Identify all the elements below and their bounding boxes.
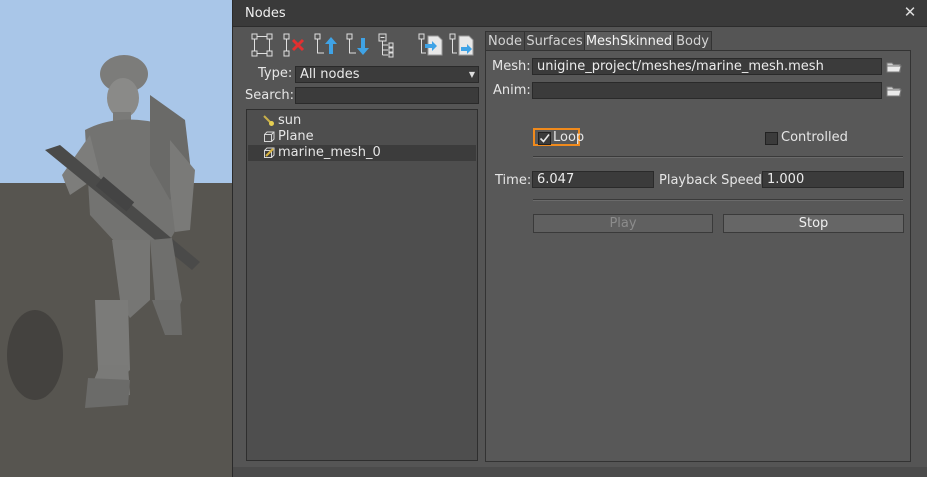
window-titlebar[interactable]: Nodes ✕ (233, 0, 927, 27)
tab-node[interactable]: Node (485, 31, 525, 51)
move-node-up-icon[interactable] (312, 31, 340, 59)
mesh-label: Mesh: (492, 59, 531, 74)
collapse-tree-icon[interactable] (376, 31, 404, 59)
3d-viewport[interactable] (0, 0, 232, 477)
anim-path-field[interactable] (532, 82, 882, 99)
type-select[interactable]: All nodes ▼ (295, 66, 479, 83)
chevron-down-icon: ▼ (468, 70, 475, 79)
search-input[interactable] (295, 87, 479, 104)
tab-meshskinned[interactable]: MeshSkinned (584, 31, 674, 51)
mesh-path-field[interactable]: unigine_project/meshes/marine_mesh.mesh (532, 58, 882, 75)
checkmark-icon (539, 134, 550, 143)
tab-surfaces[interactable]: Surfaces (524, 31, 585, 51)
tree-node-sun[interactable]: sun (248, 113, 476, 129)
light-icon (263, 115, 274, 126)
properties-pane: Node Surfaces MeshSkinned Body Mesh: uni… (485, 27, 927, 467)
tree-node-label: Plane (278, 129, 314, 144)
window-title: Nodes (245, 6, 286, 21)
new-node-icon[interactable] (248, 31, 276, 59)
divider (533, 199, 903, 201)
move-node-down-icon[interactable] (344, 31, 372, 59)
search-label: Search: (245, 88, 295, 103)
node-list-pane: Type: All nodes ▼ Search: sun Plane mari… (233, 27, 483, 467)
meshskinned-panel: Mesh: unigine_project/meshes/marine_mesh… (485, 50, 911, 462)
playback-speed-field[interactable]: 1.000 (762, 171, 904, 188)
tree-node-label: sun (278, 113, 302, 128)
play-button[interactable]: Play (533, 214, 713, 233)
type-select-value: All nodes (300, 67, 360, 82)
tab-body[interactable]: Body (673, 31, 712, 51)
stop-button[interactable]: Stop (723, 214, 904, 233)
folder-icon[interactable] (886, 61, 902, 73)
time-field[interactable]: 6.047 (532, 171, 654, 188)
playback-speed-label: Playback Speed: (659, 173, 767, 188)
loop-checkbox[interactable] (538, 132, 551, 145)
mesh-icon (264, 131, 275, 142)
window-body: Type: All nodes ▼ Search: sun Plane mari… (233, 27, 927, 467)
type-label: Type: (258, 66, 293, 81)
controlled-label: Controlled (781, 130, 848, 145)
nodes-window: Nodes ✕ Type: All nodes ▼ Search: sun Pl… (232, 0, 927, 477)
time-label: Time: (495, 173, 532, 188)
loop-label: Loop (553, 130, 585, 145)
anim-label: Anim: (493, 83, 531, 98)
export-node-icon[interactable] (447, 31, 475, 59)
divider (533, 156, 903, 158)
skinned-mesh-icon (264, 147, 275, 158)
delete-node-icon[interactable] (280, 31, 308, 59)
tree-node-marine-mesh[interactable]: marine_mesh_0 (248, 145, 476, 161)
tree-node-plane[interactable]: Plane (248, 129, 476, 145)
close-icon[interactable]: ✕ (902, 4, 918, 20)
tree-node-label: marine_mesh_0 (278, 145, 381, 160)
controlled-checkbox[interactable] (765, 132, 778, 145)
import-node-icon[interactable] (416, 31, 444, 59)
node-tree[interactable]: sun Plane marine_mesh_0 (246, 109, 478, 461)
folder-icon[interactable] (886, 85, 902, 97)
